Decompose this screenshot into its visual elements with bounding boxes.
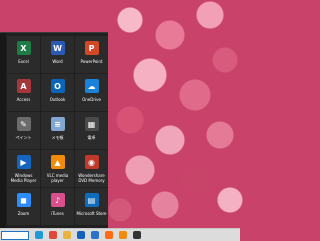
app-tile[interactable]: A Access — [7, 74, 40, 111]
app-tile[interactable]: ▤ Microsoft Store — [75, 188, 108, 225]
mail-icon[interactable] — [77, 231, 85, 239]
app-tile-label: Excel — [18, 59, 29, 64]
app-tile[interactable]: W Word — [41, 36, 74, 73]
app-tile-label: Access — [16, 97, 31, 102]
onedrive-icon: ☁ — [84, 79, 99, 93]
app-tile-label: Word — [52, 59, 63, 64]
word-icon: W — [50, 41, 65, 55]
app-tile[interactable]: X Excel — [7, 36, 40, 73]
app-tile[interactable]: ≡ メモ帳 — [41, 112, 74, 149]
app-tile[interactable]: ◼ Zoom — [7, 188, 40, 225]
app-tile-label: ペイント — [15, 135, 32, 140]
app-tile-label: Microsoft Store — [76, 211, 107, 216]
app-tile[interactable]: ▶ Windows Media Player — [7, 150, 40, 187]
taskbar-search-box[interactable] — [1, 230, 29, 240]
outlook-icon: O — [50, 79, 65, 93]
store-icon: ▤ — [84, 193, 99, 207]
app-tile-label: Wondershare DVD Memory — [78, 173, 105, 183]
app-tile-label: iTunes — [51, 211, 64, 216]
notepad-icon: ≡ — [50, 117, 65, 131]
vlc-taskbar-icon[interactable] — [119, 231, 127, 239]
app-tile[interactable]: ▲ VLC media player — [41, 150, 74, 187]
edge-icon[interactable] — [35, 231, 43, 239]
app-tile-label: VLC media player — [46, 173, 69, 183]
powerpoint-icon: P — [84, 41, 99, 55]
calculator-icon: ▦ — [84, 117, 99, 131]
app-tile[interactable]: ♪ iTunes — [41, 188, 74, 225]
taskbar-icons — [29, 231, 141, 239]
start-menu-rail — [0, 33, 6, 229]
file-explorer-icon[interactable] — [63, 231, 71, 239]
app-taskbar-icon[interactable] — [133, 231, 141, 239]
excel-icon: X — [16, 41, 31, 55]
app-tile-label: PowerPoint — [80, 59, 103, 64]
app-tile-label: Zoom — [17, 211, 30, 216]
paint-icon: ✎ — [16, 117, 31, 131]
start-menu: X Excel W Word P PowerPoint A Access O Outlook ☁ On… — [0, 32, 108, 229]
vlc-icon: ▲ — [50, 155, 65, 169]
app-tile-label: Windows Media Player — [10, 173, 37, 183]
start-menu-tiles: X Excel W Word P PowerPoint A Access O Outlook ☁ On… — [7, 36, 108, 225]
zoom-icon: ◼ — [16, 193, 31, 207]
access-icon: A — [16, 79, 31, 93]
media-player-icon: ▶ — [16, 155, 31, 169]
app-tile[interactable]: ◉ Wondershare DVD Memory — [75, 150, 108, 187]
app-tile-label: Outlook — [49, 97, 66, 102]
store-taskbar-icon[interactable] — [91, 231, 99, 239]
chrome-icon[interactable] — [49, 231, 57, 239]
app-tile[interactable]: ▦ 電卓 — [75, 112, 108, 149]
app-tile-label: 電卓 — [87, 135, 96, 140]
app-tile-label: OneDrive — [82, 97, 101, 102]
dvd-memory-icon: ◉ — [84, 155, 99, 169]
taskbar — [0, 228, 240, 241]
app-tile[interactable]: ☁ OneDrive — [75, 74, 108, 111]
app-tile[interactable]: ✎ ペイント — [7, 112, 40, 149]
firefox-icon[interactable] — [105, 231, 113, 239]
app-tile[interactable]: O Outlook — [41, 74, 74, 111]
app-tile-label: メモ帳 — [51, 135, 64, 140]
itunes-icon: ♪ — [50, 193, 65, 207]
app-tile[interactable]: P PowerPoint — [75, 36, 108, 73]
